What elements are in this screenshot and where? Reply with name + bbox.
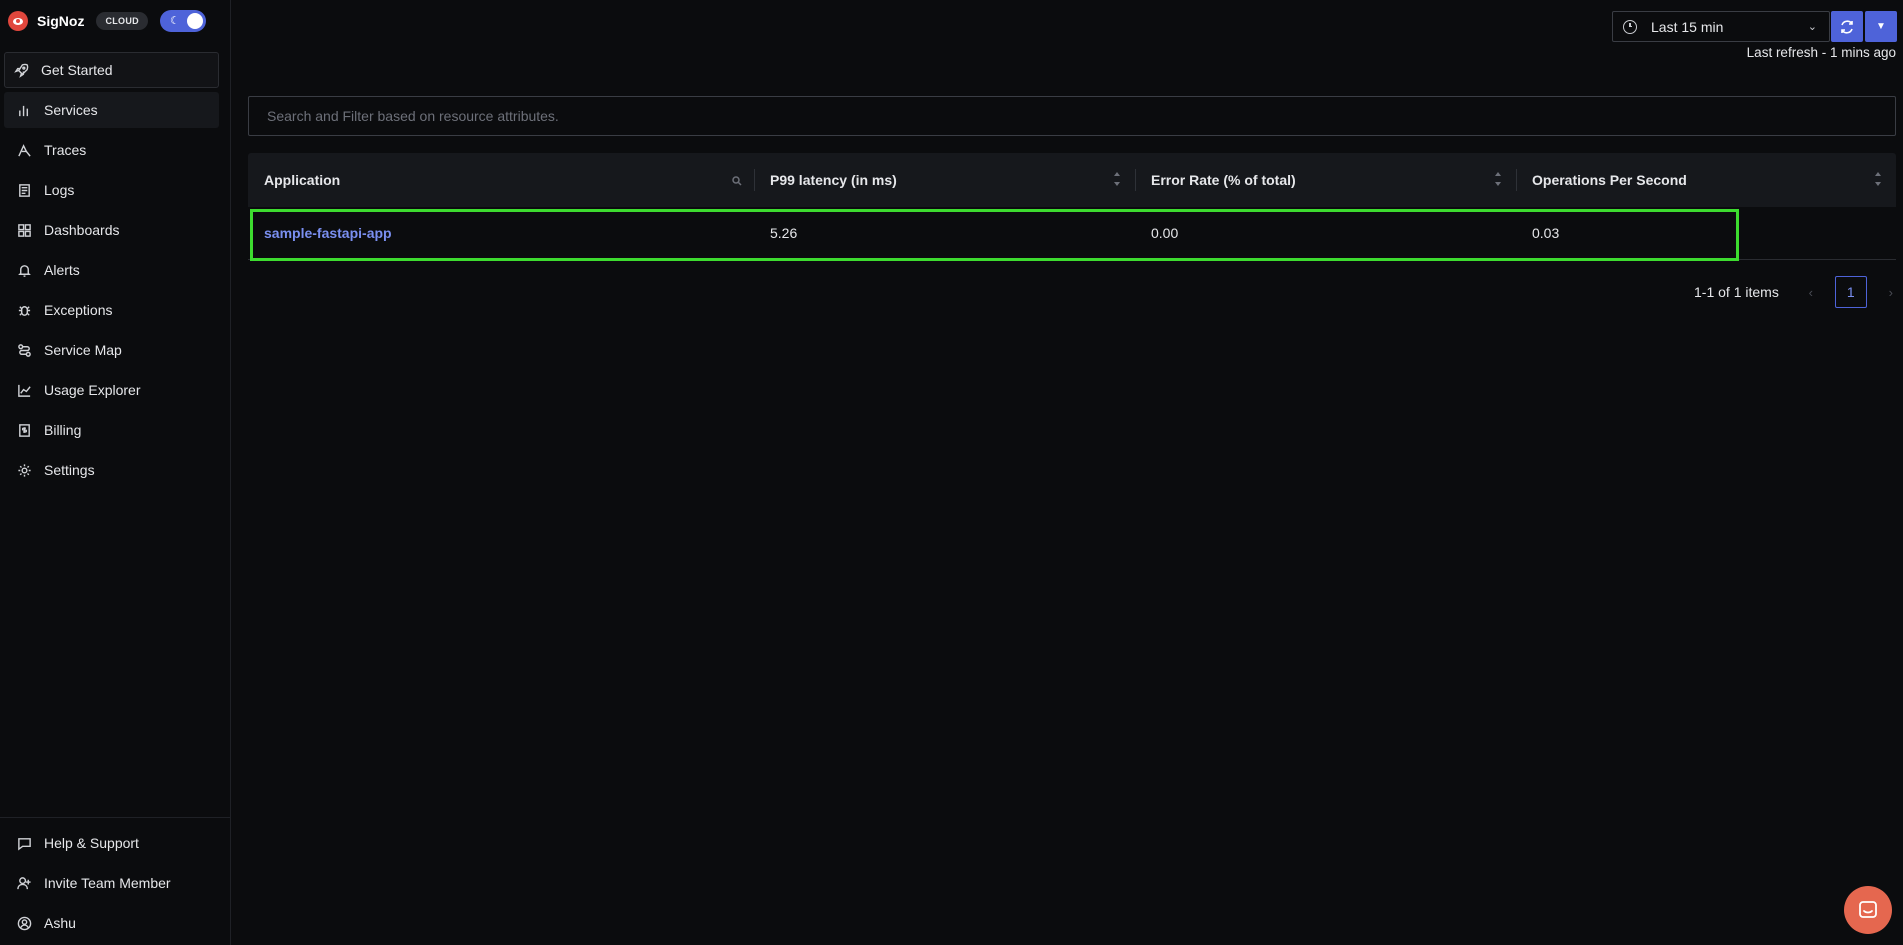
sidebar-bottom-nav: Help & Support Invite Team Member Ashu bbox=[4, 825, 219, 945]
search-input[interactable] bbox=[249, 97, 1895, 135]
sidebar: SigNoz CLOUD ☾ Get Started Services Trac… bbox=[0, 0, 231, 945]
search-icon[interactable] bbox=[732, 173, 742, 186]
sidebar-item-label: Help & Support bbox=[44, 835, 139, 851]
cloud-badge: CLOUD bbox=[96, 12, 148, 30]
sidebar-item-label: Alerts bbox=[44, 262, 80, 278]
chat-launcher-button[interactable] bbox=[1844, 886, 1892, 934]
bug-icon bbox=[16, 302, 32, 318]
sidebar-item-services[interactable]: Services bbox=[4, 92, 219, 128]
sidebar-item-service-map[interactable]: Service Map bbox=[4, 332, 219, 368]
pagination-total: 1-1 of 1 items bbox=[1694, 284, 1779, 300]
column-header-error-rate[interactable]: Error Rate (% of total) bbox=[1135, 153, 1516, 207]
cell-error-rate: 0.00 bbox=[1151, 225, 1179, 241]
sidebar-item-label: Exceptions bbox=[44, 302, 113, 318]
sidebar-item-alerts[interactable]: Alerts bbox=[4, 252, 219, 288]
service-link[interactable]: sample-fastapi-app bbox=[264, 225, 392, 241]
time-range-label: Last 15 min bbox=[1651, 18, 1724, 35]
sidebar-item-label: Usage Explorer bbox=[44, 382, 141, 398]
pagination: 1-1 of 1 items ‹ 1 › bbox=[1694, 276, 1901, 308]
caret-down-icon: ▼ bbox=[1876, 21, 1886, 32]
theme-toggle[interactable]: ☾ bbox=[159, 10, 206, 32]
cell-operations-per-second: 0.03 bbox=[1532, 225, 1560, 241]
sidebar-item-invite-team-member[interactable]: Invite Team Member bbox=[4, 865, 219, 901]
dashboard-icon bbox=[16, 222, 32, 238]
column-header-application[interactable]: Application bbox=[248, 153, 754, 207]
sidebar-item-traces[interactable]: Traces bbox=[4, 132, 219, 168]
sidebar-item-logs[interactable]: Logs bbox=[4, 172, 219, 208]
cell-application: sample-fastapi-app bbox=[248, 225, 754, 241]
rocket-icon bbox=[13, 62, 29, 78]
cell-p99-latency: 5.26 bbox=[770, 225, 798, 241]
column-separator bbox=[1516, 169, 1517, 191]
sidebar-item-label: Services bbox=[44, 102, 98, 118]
sidebar-item-help-support[interactable]: Help & Support bbox=[4, 825, 219, 861]
bar-chart-icon bbox=[16, 102, 32, 118]
user-circle-icon bbox=[16, 915, 32, 931]
signoz-logo-icon[interactable] bbox=[8, 11, 28, 31]
sidebar-divider bbox=[0, 817, 231, 818]
chevron-left-icon[interactable]: ‹ bbox=[1801, 285, 1821, 300]
sidebar-item-label: Ashu bbox=[44, 915, 76, 931]
sidebar-item-label: Get Started bbox=[41, 62, 113, 78]
logs-icon bbox=[16, 182, 32, 198]
chat-icon bbox=[1859, 901, 1877, 918]
column-header-label: Application bbox=[264, 172, 341, 188]
sidebar-item-billing[interactable]: Billing bbox=[4, 412, 219, 448]
sidebar-item-settings[interactable]: Settings bbox=[4, 452, 219, 488]
bell-icon bbox=[16, 262, 32, 278]
traces-icon bbox=[16, 142, 32, 158]
column-separator bbox=[754, 169, 755, 191]
column-header-label: Error Rate (% of total) bbox=[1151, 172, 1296, 188]
sort-icon[interactable] bbox=[1494, 172, 1502, 186]
sidebar-item-get-started[interactable]: Get Started bbox=[4, 52, 219, 88]
pagination-page-button[interactable]: 1 bbox=[1834, 276, 1867, 308]
line-chart-icon bbox=[16, 382, 32, 398]
sidebar-nav: Get Started Services Traces Logs Dashboa… bbox=[4, 52, 219, 492]
sidebar-item-dashboards[interactable]: Dashboards bbox=[4, 212, 219, 248]
resource-attribute-search[interactable] bbox=[248, 96, 1896, 136]
column-header-operations-per-second[interactable]: Operations Per Second bbox=[1516, 153, 1896, 207]
clock-icon bbox=[1623, 19, 1637, 34]
sidebar-item-label: Dashboards bbox=[44, 222, 120, 238]
brand: SigNoz CLOUD ☾ bbox=[8, 10, 206, 32]
sidebar-item-label: Settings bbox=[44, 462, 95, 478]
sidebar-item-user[interactable]: Ashu bbox=[4, 905, 219, 941]
message-icon bbox=[16, 835, 32, 851]
column-header-label: P99 latency (in ms) bbox=[770, 172, 897, 188]
brand-name: SigNoz bbox=[37, 13, 85, 29]
refresh-button[interactable] bbox=[1831, 11, 1863, 42]
gear-icon bbox=[16, 462, 32, 478]
sidebar-item-label: Service Map bbox=[44, 342, 122, 358]
sidebar-item-label: Invite Team Member bbox=[44, 875, 171, 891]
table-header: Application P99 latency (in ms) Error Ra… bbox=[248, 153, 1896, 207]
moon-icon: ☾ bbox=[169, 15, 180, 27]
services-table: Application P99 latency (in ms) Error Ra… bbox=[248, 153, 1896, 261]
sort-icon[interactable] bbox=[1874, 172, 1882, 186]
chevron-down-icon: ⌄ bbox=[1807, 21, 1817, 33]
sidebar-item-label: Billing bbox=[44, 422, 82, 438]
chevron-right-icon[interactable]: › bbox=[1881, 285, 1901, 300]
sidebar-item-exceptions[interactable]: Exceptions bbox=[4, 292, 219, 328]
billing-icon bbox=[16, 422, 32, 438]
sort-icon[interactable] bbox=[1113, 172, 1121, 186]
route-icon bbox=[16, 342, 32, 358]
sidebar-item-usage-explorer[interactable]: Usage Explorer bbox=[4, 372, 219, 408]
toggle-knob bbox=[186, 13, 203, 29]
last-refresh-text: Last refresh - 1 mins ago bbox=[1746, 45, 1896, 60]
sidebar-item-label: Traces bbox=[44, 142, 87, 158]
column-header-p99-latency[interactable]: P99 latency (in ms) bbox=[754, 153, 1135, 207]
refresh-interval-dropdown[interactable]: ▼ bbox=[1865, 11, 1897, 42]
refresh-icon bbox=[1841, 19, 1853, 34]
sidebar-item-label: Logs bbox=[44, 182, 75, 198]
time-range-picker[interactable]: Last 15 min ⌄ bbox=[1612, 11, 1830, 42]
table-row[interactable]: sample-fastapi-app 5.26 0.00 0.03 bbox=[248, 207, 1896, 261]
column-separator bbox=[1135, 169, 1136, 191]
column-header-label: Operations Per Second bbox=[1532, 172, 1687, 188]
user-add-icon bbox=[16, 875, 32, 891]
